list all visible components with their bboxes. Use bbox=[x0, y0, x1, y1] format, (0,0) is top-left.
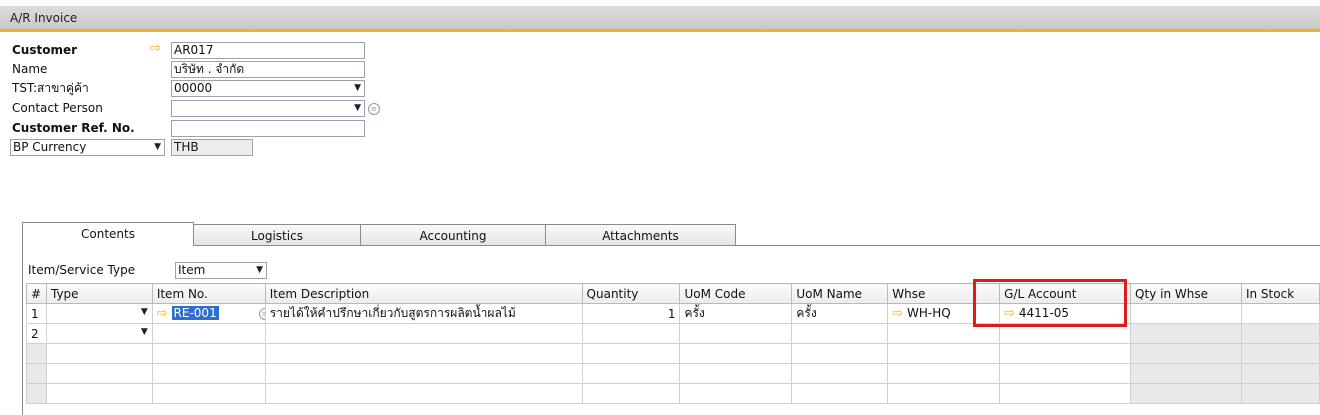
in-stock-cell bbox=[1240, 323, 1320, 344]
dropdown-arrow-icon[interactable]: ▼ bbox=[256, 263, 263, 278]
whse-link-arrow-icon[interactable]: ⇨ bbox=[892, 306, 903, 321]
branch-label: TST:สาขาคู่ค้า bbox=[12, 81, 89, 95]
dropdown-arrow-icon[interactable]: ▼ bbox=[141, 327, 148, 337]
contact-person-select[interactable]: ▼ bbox=[171, 100, 365, 117]
customer-ref-field[interactable] bbox=[171, 120, 365, 137]
col-header-item-no[interactable]: Item No. bbox=[151, 283, 266, 304]
item-no-cell[interactable]: ⇨ RE-001 ≡ bbox=[151, 303, 266, 324]
item-description-cell[interactable]: รายได้ให้คำปรึกษาเกี่ยวกับสูตรการผลิตน้ำ… bbox=[264, 303, 583, 324]
currency-field: THB bbox=[171, 139, 253, 156]
item-no-value: RE-001 bbox=[171, 306, 219, 320]
tab-accounting[interactable]: Accounting bbox=[360, 224, 546, 246]
table-row bbox=[26, 363, 1320, 384]
currency-type-value: BP Currency bbox=[13, 140, 87, 154]
qty-in-whse-cell bbox=[1130, 323, 1242, 344]
uom-name-cell[interactable] bbox=[791, 323, 889, 344]
item-type-label: Item/Service Type bbox=[28, 263, 136, 277]
uom-code-cell[interactable] bbox=[679, 323, 793, 344]
quantity-cell[interactable] bbox=[581, 323, 681, 344]
dropdown-arrow-icon[interactable]: ▼ bbox=[141, 307, 148, 317]
row-number[interactable]: 1 bbox=[26, 303, 47, 324]
quantity-cell[interactable]: 1 bbox=[581, 303, 681, 324]
currency-type-select[interactable]: BP Currency ▼ bbox=[10, 139, 165, 156]
customer-ref-label: Customer Ref. No. bbox=[12, 121, 135, 135]
tab-contents[interactable]: Contents bbox=[22, 222, 194, 246]
window-titlebar: A/R Invoice bbox=[0, 6, 1320, 32]
dropdown-arrow-icon[interactable]: ▼ bbox=[354, 101, 361, 116]
dropdown-arrow-icon[interactable]: ▼ bbox=[354, 81, 361, 96]
name-field[interactable]: บริษัท . จำกัด bbox=[171, 61, 365, 78]
item-no-cell[interactable] bbox=[151, 323, 266, 344]
branch-value: 00000 bbox=[174, 81, 213, 95]
row-number[interactable]: 2 bbox=[26, 323, 47, 344]
gl-account-highlight-box bbox=[973, 279, 1127, 327]
item-type-value: Item bbox=[178, 263, 206, 277]
list-icon[interactable]: ≡ bbox=[368, 103, 380, 115]
table-row bbox=[26, 383, 1320, 404]
col-header-in-stock[interactable]: In Stock bbox=[1240, 283, 1320, 304]
col-header-type[interactable]: Type bbox=[45, 283, 153, 304]
item-type-select[interactable]: Item ▼ bbox=[175, 262, 267, 279]
branch-select[interactable]: 00000 ▼ bbox=[171, 80, 365, 97]
type-cell[interactable]: ▼ bbox=[45, 303, 153, 324]
customer-label: Customer bbox=[12, 43, 78, 57]
col-header-uom-name[interactable]: UoM Name bbox=[791, 283, 889, 304]
type-cell[interactable]: ▼ bbox=[45, 323, 153, 344]
uom-name-cell[interactable]: ครั้ง bbox=[791, 303, 889, 324]
name-label: Name bbox=[12, 62, 48, 76]
tab-attachments[interactable]: Attachments bbox=[545, 224, 736, 246]
window-title: A/R Invoice bbox=[10, 11, 78, 25]
col-header-quantity[interactable]: Quantity bbox=[581, 283, 681, 304]
col-header-uom-code[interactable]: UoM Code bbox=[679, 283, 793, 304]
item-description-cell[interactable] bbox=[264, 323, 583, 344]
tab-logistics[interactable]: Logistics bbox=[193, 224, 361, 246]
contact-person-label: Contact Person bbox=[12, 101, 103, 115]
col-header-qty-in-whse[interactable]: Qty in Whse bbox=[1130, 283, 1242, 304]
uom-code-cell[interactable]: ครั้ง bbox=[679, 303, 793, 324]
whse-value: WH-HQ bbox=[907, 306, 951, 320]
dropdown-arrow-icon[interactable]: ▼ bbox=[154, 140, 161, 155]
item-link-arrow-icon[interactable]: ⇨ bbox=[157, 306, 168, 321]
customer-link-arrow-icon[interactable]: ⇨ bbox=[150, 41, 161, 56]
col-header-num[interactable]: # bbox=[26, 283, 47, 304]
qty-in-whse-cell bbox=[1130, 303, 1242, 324]
col-header-item-description[interactable]: Item Description bbox=[264, 283, 583, 304]
table-row bbox=[26, 343, 1320, 364]
customer-field[interactable]: AR017 bbox=[171, 42, 365, 59]
in-stock-cell bbox=[1240, 303, 1320, 324]
